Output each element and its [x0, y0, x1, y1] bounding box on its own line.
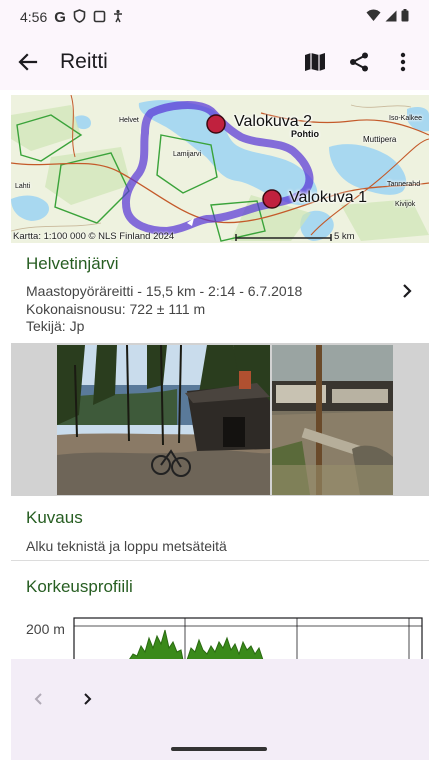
route-name: Helvetinjärvi: [26, 254, 119, 273]
route-author: Tekijä: Jp: [26, 318, 85, 334]
page-title: Reitti: [60, 50, 108, 73]
place-name-kivijok: Kivijok: [395, 201, 416, 208]
description-text: Alku teknistä ja loppu metsäteitä: [26, 538, 227, 554]
chevron-right-icon: [84, 693, 92, 705]
status-time: 4:56: [20, 9, 48, 25]
status-left: 4:56 G: [20, 9, 123, 25]
status-right: [366, 9, 409, 25]
bottom-navigation: [11, 659, 429, 760]
place-name-lamijarvi: Lamijarvi: [173, 151, 202, 158]
place-name-lahti: Lahti: [15, 183, 31, 190]
route-map[interactable]: Valokuva 2 Valokuva 1 Pohtio Muttipera I…: [11, 95, 429, 243]
photo-2[interactable]: [272, 345, 393, 495]
route-info[interactable]: Helvetinjärvi Maastopyöräreitti - 15,5 k…: [0, 247, 429, 342]
chevron-left-icon: [34, 693, 42, 705]
screen-icon: [93, 10, 106, 25]
status-bar: 4:56 G: [0, 0, 429, 34]
app-bar: Reitti: [0, 34, 429, 90]
description-title: Kuvaus: [26, 508, 83, 527]
shield-icon: [73, 9, 86, 25]
wifi-icon: [366, 9, 381, 25]
elevation-chart-svg: [73, 617, 423, 660]
route-summary: Maastopyöräreitti - 15,5 km - 2:14 - 6.7…: [26, 283, 303, 299]
next-button[interactable]: [71, 683, 103, 715]
photo-2-image: [272, 345, 393, 495]
map-icon: [305, 53, 325, 71]
more-options-button[interactable]: [381, 34, 425, 90]
route-ascent: Kokonaisnousu: 722 ± 111 m: [26, 301, 206, 317]
google-icon: G: [54, 8, 66, 26]
accessibility-icon: [113, 9, 123, 25]
divider: [11, 560, 429, 561]
arrow-back-icon: [18, 53, 38, 71]
share-button[interactable]: [337, 34, 381, 90]
map-scale-label: 5 km: [334, 231, 355, 242]
place-name-iso-kalkee: Iso-Kalkee: [389, 115, 423, 122]
home-indicator: [171, 747, 267, 751]
back-button[interactable]: [0, 34, 56, 90]
photo-1-image: [57, 345, 270, 495]
place-name-tannerahd: Tannerahd: [387, 181, 421, 188]
photo-strip: [11, 343, 429, 496]
elevation-chart[interactable]: [11, 608, 429, 660]
signal-icon: [385, 9, 397, 25]
map-credit: Kartta: 1:100 000 © NLS Finland 2024: [13, 231, 175, 242]
map-button[interactable]: [293, 34, 337, 90]
share-icon: [350, 52, 368, 72]
place-name-helvet: Helvet: [119, 117, 139, 124]
chevron-right-icon: [403, 284, 412, 298]
map-canvas: [11, 95, 429, 243]
place-name-pohtio: Pohtio: [291, 129, 319, 139]
battery-icon: [401, 9, 409, 25]
previous-button[interactable]: [23, 683, 55, 715]
photo-1[interactable]: [57, 345, 270, 495]
marker-label-1: Valokuva 1: [289, 189, 367, 206]
more-vert-icon: [400, 52, 406, 72]
place-name-muttipera: Muttipera: [363, 135, 397, 144]
elevation-title: Korkeusprofiili: [26, 577, 133, 596]
